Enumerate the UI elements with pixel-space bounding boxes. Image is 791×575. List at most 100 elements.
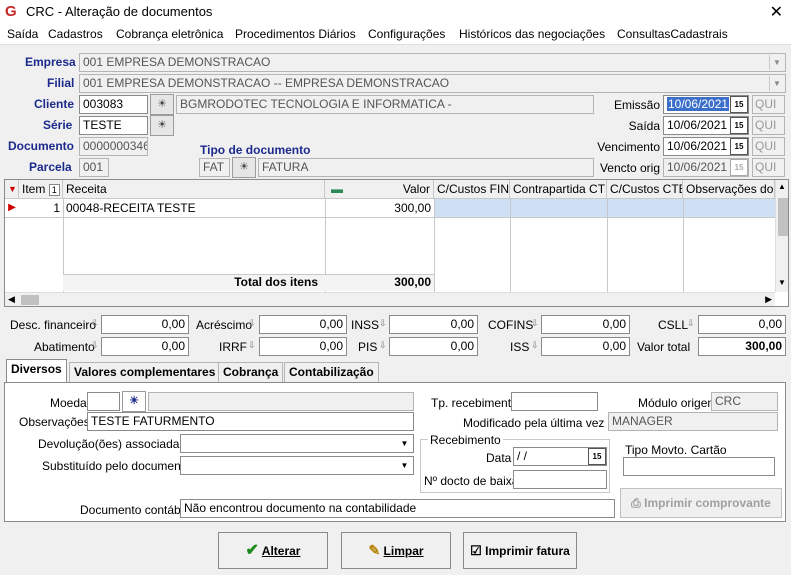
saida-weekday: QUI [752,116,785,135]
valor-total-label: Valor total [637,340,691,354]
limpar-button[interactable]: ✎ Limpar [341,532,451,569]
substituido-select[interactable]: ▼ [180,456,414,475]
col-observacoes-header[interactable]: Observações do ite [683,180,775,199]
row-item[interactable]: 1 [19,200,63,217]
empresa-value: 001 EMPRESA DEMONSTRACAO [83,55,271,69]
scroll-left-icon[interactable]: ◀ [8,294,15,305]
observacoes-label: Observações [19,415,90,429]
devolucoes-select[interactable]: ▼ [180,434,414,453]
tp-recebimento-input[interactable] [511,392,598,411]
tab-diversos[interactable]: Diversos [6,359,67,383]
calendar-icon[interactable]: 15 [730,138,748,155]
hscroll-thumb[interactable] [21,295,39,305]
menu-cadastros[interactable]: Cadastros [48,27,103,41]
observacoes-input[interactable]: TESTE FATURMENTO [87,412,414,431]
moeda-label: Moeda [50,396,87,410]
vertical-scrollbar[interactable]: ▲ ▼ [775,180,788,292]
iss-label: ISS [510,340,530,354]
data-label: Data [486,451,512,465]
chevron-down-icon: ▼ [769,55,784,70]
scroll-down-icon[interactable]: ▼ [778,278,786,287]
tipo-doc-label: Tipo de documento [200,143,311,157]
irrf-input[interactable]: 0,00 [259,337,347,356]
pis-input[interactable]: 0,00 [389,337,478,356]
row-valor[interactable]: 300,00 [325,200,434,217]
col-valor-header[interactable]: ▬ Valor [325,180,434,199]
alterar-button[interactable]: ✔ Alterar [218,532,328,569]
down-arrow-icon: ⇩ [379,340,387,350]
modulo-origem-label: Módulo origem [638,396,718,410]
row-selected-cells[interactable] [434,199,775,217]
csll-input[interactable]: 0,00 [698,315,786,334]
col-contrapartida-header[interactable]: Contrapartida CTB [510,180,607,199]
items-grid[interactable]: ▼ Item 1 Receita ▬ Valor C/Custos FIN Co… [4,179,789,307]
menu-saida[interactable]: Saída [7,27,38,41]
abatimento-input[interactable]: 0,00 [101,337,189,356]
tab-valores-complementares[interactable]: Valores complementares [69,362,221,382]
filial-select[interactable]: 001 EMPRESA DEMONSTRACAO -- EMPRESA DEMO… [79,74,786,93]
checkmark-icon: ✔ [245,542,259,559]
tab-cobranca[interactable]: Cobrança [218,362,284,382]
binoculars-icon[interactable]: ☀ [122,391,146,412]
imprimir-fatura-button[interactable]: ☑ Imprimir fatura [463,532,577,569]
menu-consultas-cadastrais[interactable]: ConsultasCadastrais [617,27,728,41]
binoculars-icon[interactable]: ☀ [150,94,174,115]
tab-contabilizacao[interactable]: Contabilização [284,362,379,382]
desc-financeiro-input[interactable]: 0,00 [101,315,189,334]
tipo-movto-input[interactable] [623,457,775,476]
scroll-up-icon[interactable]: ▲ [778,182,786,191]
calendar-icon[interactable]: 15 [730,117,748,134]
acrescimo-input[interactable]: 0,00 [259,315,347,334]
docto-baixa-input[interactable] [513,470,607,489]
iss-input[interactable]: 0,00 [541,337,630,356]
cofins-label: COFINS [488,318,534,332]
empresa-label: Empresa [25,55,76,69]
col-ccustos-ctb-header[interactable]: C/Custos CTB [607,180,683,199]
vencto-orig-weekday: QUI [752,158,785,177]
cofins-input[interactable]: 0,00 [541,315,630,334]
imprimir-comprovante-button[interactable]: ⎙ Imprimir comprovante [620,488,782,518]
down-arrow-icon: ⇩ [379,318,387,328]
inss-input[interactable]: 0,00 [389,315,478,334]
menu-cobranca-eletronica[interactable]: Cobrança eletrônica [116,27,223,41]
doc-contabil-field: Não encontrou documento na contabilidade [180,499,615,518]
total-label: Total dos itens [234,275,318,289]
vencto-orig-label: Vencto orig [599,161,660,175]
scroll-thumb[interactable] [778,198,788,236]
binoculars-icon[interactable]: ☀ [232,157,256,178]
calendar-icon[interactable]: 15 [588,448,606,465]
binoculars-icon[interactable]: ☀ [150,115,174,136]
cliente-code-input[interactable]: 003083 [79,95,148,114]
row-receita[interactable]: 00048-RECEITA TESTE [63,200,325,217]
col-ccustos-fin-header[interactable]: C/Custos FIN [434,180,510,199]
sort-order-badge: 1 [48,184,60,196]
menu-procedimentos-diarios[interactable]: Procedimentos Diários [235,27,356,41]
doc-contabil-label: Documento contábil [80,503,187,517]
menu-configuracoes[interactable]: Configurações [368,27,445,41]
serie-label: Série [43,118,73,132]
moeda-name-field [148,392,414,411]
imprimir-comprovante-label: Imprimir comprovante [644,496,771,510]
scroll-right-icon[interactable]: ▶ [765,294,772,305]
tipo-doc-code-field[interactable]: FAT [199,158,230,177]
calendar-icon[interactable]: 15 [730,96,748,113]
moeda-input[interactable] [87,392,120,411]
serie-input[interactable]: TESTE [79,116,148,135]
parcela-label: Parcela [29,160,72,174]
horizontal-scrollbar[interactable]: ◀ ▶ [5,292,775,306]
col-valor-label: Valor [402,182,430,196]
printer-icon: ⎙ [631,496,641,510]
menu-historicos[interactable]: Históricos das negociações [459,27,605,41]
close-icon[interactable]: ✕ [770,2,783,22]
col-receita-header[interactable]: Receita [63,180,325,199]
documento-label: Documento [8,139,74,153]
checkbox-print-icon: ☑ [470,543,482,558]
col-item-header[interactable]: Item 1 [19,180,63,199]
vencimento-weekday: QUI [752,137,785,156]
empresa-select[interactable]: 001 EMPRESA DEMONSTRACAO ▼ [79,53,786,72]
pis-label: PIS [358,340,378,354]
chevron-down-icon: ▼ [769,76,784,91]
tp-recebimento-label: Tp. recebimento [431,396,518,410]
tipo-doc-name-field: FATURA [258,158,594,177]
cliente-name-field: BGMRODOTEC TECNOLOGIA E INFORMATICA - [176,95,594,114]
